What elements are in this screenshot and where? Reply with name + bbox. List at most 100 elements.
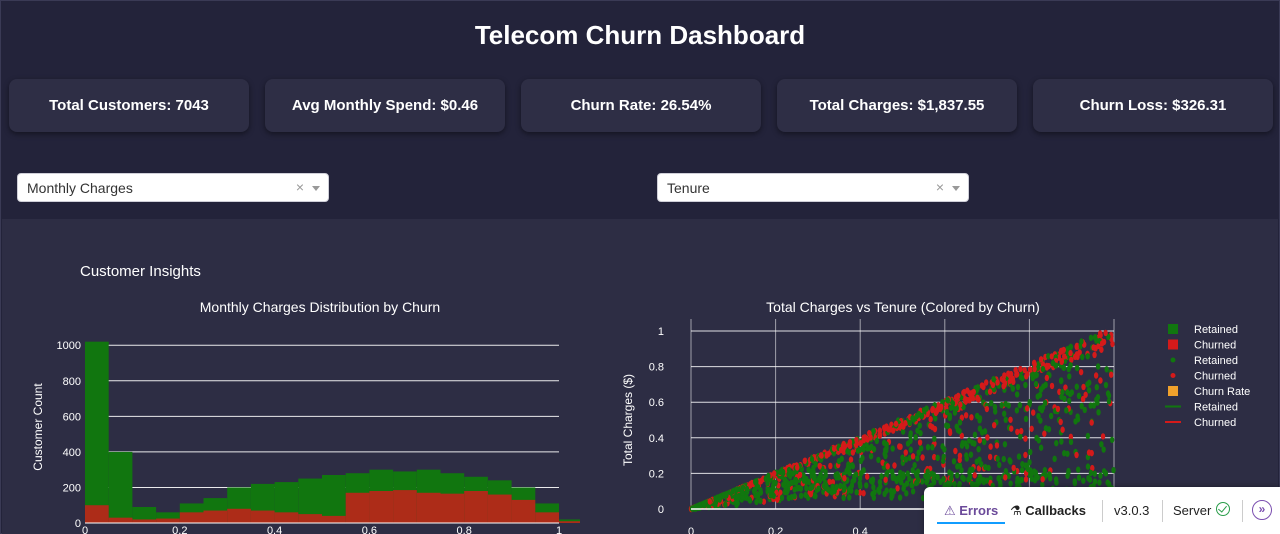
scatter-point	[797, 471, 803, 479]
scatter-point	[1023, 476, 1029, 483]
scatter-point	[892, 462, 897, 469]
scatter-point	[949, 475, 954, 482]
scatter-point	[935, 454, 940, 462]
scatter-point	[1019, 466, 1025, 474]
scatter-point	[1068, 362, 1073, 369]
kpi-card-total-customers: Total Customers: 7043	[9, 79, 249, 132]
scatter-point	[877, 478, 883, 486]
scatter-point	[1013, 366, 1018, 374]
histogram-bar	[487, 494, 512, 523]
scatter-point	[1014, 479, 1020, 486]
feature-dropdown-left[interactable]: Monthly Charges ×	[17, 173, 329, 202]
histogram-bar	[393, 490, 417, 523]
errors-tab-underline	[937, 522, 1005, 524]
scatter-point	[1033, 380, 1039, 388]
scatter-point	[1016, 453, 1022, 460]
scatter-point	[1092, 351, 1097, 359]
collapse-toggle-icon[interactable]: »	[1252, 500, 1272, 520]
chevron-down-icon[interactable]	[952, 186, 960, 191]
scatter-point	[916, 410, 922, 418]
scatter-point	[995, 379, 1000, 386]
scatter-point	[999, 401, 1004, 409]
scatter-point	[1025, 465, 1031, 473]
legend-label: Churned	[1194, 417, 1236, 429]
scatter-point	[886, 426, 891, 433]
legend-label: Retained	[1194, 402, 1238, 414]
scatter-point	[913, 434, 918, 441]
scatter-point	[1001, 377, 1006, 384]
feature-dropdown-right[interactable]: Tenure ×	[657, 173, 969, 202]
scatter-point	[972, 431, 978, 439]
clear-icon[interactable]: ×	[296, 179, 304, 195]
scatter-point	[1089, 419, 1094, 426]
scatter-point	[931, 479, 937, 486]
scatter-point	[801, 477, 807, 484]
scatter-point	[1003, 474, 1008, 481]
histogram-bar	[250, 510, 275, 523]
scatter-point	[1109, 436, 1115, 444]
scatter-point	[1093, 344, 1098, 352]
legend-label: Churned	[1194, 371, 1236, 383]
histogram-bar	[369, 491, 394, 523]
scatter-point	[835, 471, 840, 478]
dash-debug-bar: ⚠ Errors ⚗ Callbacks v3.0.3 Server »	[924, 487, 1280, 534]
scatter-point	[1061, 353, 1067, 360]
scatter-point	[1001, 383, 1006, 390]
histogram-bar	[132, 519, 157, 523]
chevron-down-icon[interactable]	[312, 186, 320, 191]
scatter-point	[910, 453, 916, 460]
scatter-point	[994, 442, 1000, 449]
scatter-point	[917, 439, 923, 446]
scatter-point	[1023, 415, 1029, 423]
histogram-bar	[322, 475, 346, 523]
scatter-point	[841, 482, 847, 490]
scatter-point	[818, 471, 823, 478]
scatter-point	[1037, 391, 1043, 399]
scatter-point	[883, 452, 888, 460]
kpi-card-churn-loss: Churn Loss: $326.31	[1033, 79, 1273, 132]
scatter-point	[967, 390, 972, 397]
scatter-point	[786, 466, 792, 474]
scatter-point	[1094, 384, 1100, 391]
legend-label: Churn Rate	[1194, 386, 1250, 398]
scatter-point	[955, 463, 960, 470]
scatter-point	[841, 494, 846, 502]
scatter-point	[1007, 371, 1012, 379]
scatter-point	[790, 470, 795, 477]
scatter-point	[792, 486, 797, 493]
scatter-point	[836, 457, 842, 465]
histogram-bar	[322, 515, 346, 523]
x-tick-label: 1	[556, 525, 562, 534]
errors-tab[interactable]: ⚠ Errors	[944, 503, 998, 519]
scatter-point	[864, 482, 869, 489]
histogram-chart[interactable]: Monthly Charges Distribution by Churn Cus…	[20, 295, 580, 534]
legend-label: Churned	[1194, 340, 1236, 352]
scatter-point	[972, 440, 977, 447]
scatter-point	[1060, 426, 1065, 433]
scatter-point	[974, 458, 980, 465]
scatter-point	[799, 492, 804, 499]
scatter-point	[1062, 395, 1067, 403]
scatter-point	[968, 451, 974, 458]
scatter-point	[877, 431, 882, 438]
scatter-point	[747, 496, 752, 503]
scatter-point	[752, 478, 758, 486]
histogram-bar	[179, 512, 204, 523]
scatter-point	[1040, 476, 1045, 483]
clear-icon[interactable]: ×	[936, 179, 944, 195]
server-status-label: Server	[1173, 503, 1212, 518]
scatter-point	[997, 461, 1002, 469]
scatter-point	[1110, 340, 1115, 348]
scatter-point	[858, 457, 864, 465]
callbacks-tab[interactable]: ⚗ Callbacks	[1010, 503, 1086, 519]
scatter-point	[724, 492, 729, 499]
scatter-point	[1015, 383, 1021, 391]
legend-label: Retained	[1194, 324, 1238, 336]
scatter-point	[944, 408, 950, 416]
scatter-point	[1003, 416, 1008, 424]
scatter-point	[1032, 476, 1038, 484]
scatter-point	[809, 456, 815, 463]
legend-dot	[1170, 357, 1176, 363]
page-title: Telecom Churn Dashboard	[474, 20, 806, 50]
scatter-point	[1029, 425, 1034, 432]
